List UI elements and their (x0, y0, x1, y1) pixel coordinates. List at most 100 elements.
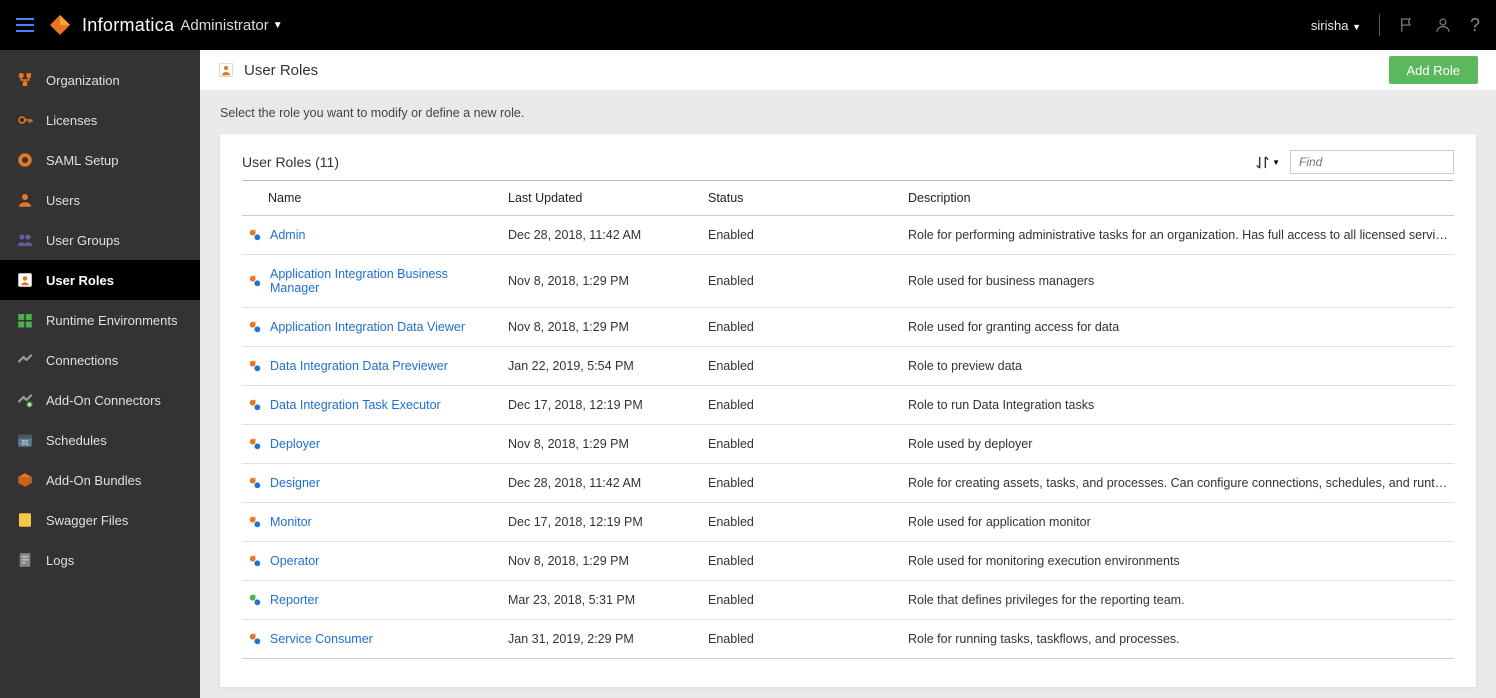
help-icon[interactable]: ? (1470, 15, 1480, 36)
cell-desc: Role used for business managers (902, 255, 1454, 308)
table-row[interactable]: Data Integration Task Executor Dec 17, 2… (242, 386, 1454, 425)
role-link[interactable]: Data Integration Task Executor (270, 398, 441, 412)
cell-status: Enabled (702, 542, 902, 581)
sidebar-item-label: Add-On Connectors (46, 393, 161, 408)
find-input[interactable] (1290, 150, 1454, 174)
sidebar-item-label: User Roles (46, 273, 114, 288)
role-link[interactable]: Service Consumer (270, 632, 373, 646)
group-icon (16, 231, 34, 249)
cell-desc: Role used for monitoring execution envir… (902, 542, 1454, 581)
sidebar-item-licenses[interactable]: Licenses (0, 100, 200, 140)
cell-desc: Role used for application monitor (902, 503, 1454, 542)
col-desc[interactable]: Description (902, 181, 1454, 216)
cell-desc: Role to run Data Integration tasks (902, 386, 1454, 425)
cell-desc: Role used for granting access for data (902, 308, 1454, 347)
table-row[interactable]: Data Integration Data Previewer Jan 22, … (242, 347, 1454, 386)
sidebar-item-add-on-connectors[interactable]: Add-On Connectors (0, 380, 200, 420)
sort-button[interactable]: ▼ (1254, 154, 1280, 171)
role-icon (248, 515, 262, 529)
cell-status: Enabled (702, 503, 902, 542)
role-link[interactable]: Designer (270, 476, 320, 490)
role-link[interactable]: Application Integration Data Viewer (270, 320, 465, 334)
role-icon (248, 476, 262, 490)
addon-icon (16, 391, 34, 409)
cell-desc: Role that defines privileges for the rep… (902, 581, 1454, 620)
role-link[interactable]: Application Integration Business Manager (270, 267, 496, 295)
table-row[interactable]: Service Consumer Jan 31, 2019, 2:29 PM E… (242, 620, 1454, 659)
sidebar-item-user-roles[interactable]: User Roles (0, 260, 200, 300)
logs-icon (16, 551, 34, 569)
sidebar-item-connections[interactable]: Connections (0, 340, 200, 380)
flag-icon[interactable] (1398, 16, 1416, 34)
product-switcher[interactable]: Administrator (180, 17, 268, 34)
col-updated[interactable]: Last Updated (502, 181, 702, 216)
runtime-icon (16, 311, 34, 329)
cell-updated: Jan 22, 2019, 5:54 PM (502, 347, 702, 386)
role-icon (16, 271, 34, 289)
chevron-down-icon[interactable]: ▼ (273, 20, 283, 31)
table-row[interactable]: Reporter Mar 23, 2018, 5:31 PM Enabled R… (242, 581, 1454, 620)
sidebar-item-add-on-bundles[interactable]: Add-On Bundles (0, 460, 200, 500)
sidebar: OrganizationLicensesSAML Setup Users User … (0, 50, 200, 698)
cell-desc: Role for running tasks, taskflows, and p… (902, 620, 1454, 659)
cell-status: Enabled (702, 581, 902, 620)
table-row[interactable]: Monitor Dec 17, 2018, 12:19 PM Enabled R… (242, 503, 1454, 542)
sidebar-item-swagger-files[interactable]: Swagger Files (0, 500, 200, 540)
table-row[interactable]: Application Integration Business Manager… (242, 255, 1454, 308)
table-row[interactable]: Admin Dec 28, 2018, 11:42 AM Enabled Rol… (242, 216, 1454, 255)
role-icon (248, 359, 262, 373)
add-role-button[interactable]: Add Role (1389, 56, 1478, 84)
org-icon (16, 71, 34, 89)
sidebar-item-organization[interactable]: Organization (0, 60, 200, 100)
role-link[interactable]: Monitor (270, 515, 312, 529)
sidebar-item-label: Connections (46, 353, 118, 368)
page-subtext: Select the role you want to modify or de… (200, 90, 1496, 134)
cell-updated: Nov 8, 2018, 1:29 PM (502, 255, 702, 308)
sidebar-item-saml-setup[interactable]: SAML Setup (0, 140, 200, 180)
cell-updated: Dec 17, 2018, 12:19 PM (502, 503, 702, 542)
cell-status: Enabled (702, 216, 902, 255)
conn-icon (16, 351, 34, 369)
role-icon (248, 228, 262, 242)
table-row[interactable]: Operator Nov 8, 2018, 1:29 PM Enabled Ro… (242, 542, 1454, 581)
user-menu[interactable]: sirisha ▼ (1311, 18, 1361, 33)
cell-status: Enabled (702, 620, 902, 659)
sidebar-item-label: Runtime Environments (46, 313, 178, 328)
role-icon (248, 437, 262, 451)
role-icon (248, 593, 262, 607)
cell-updated: Dec 17, 2018, 12:19 PM (502, 386, 702, 425)
table-row[interactable]: Designer Dec 28, 2018, 11:42 AM Enabled … (242, 464, 1454, 503)
page-title-icon (218, 62, 234, 78)
sidebar-item-runtime-environments[interactable]: Runtime Environments (0, 300, 200, 340)
col-status[interactable]: Status (702, 181, 902, 216)
role-icon (248, 320, 262, 334)
profile-icon[interactable] (1434, 16, 1452, 34)
table-row[interactable]: Application Integration Data Viewer Nov … (242, 308, 1454, 347)
cell-status: Enabled (702, 464, 902, 503)
role-link[interactable]: Reporter (270, 593, 319, 607)
sidebar-item-users[interactable]: Users (0, 180, 200, 220)
role-link[interactable]: Operator (270, 554, 319, 568)
cell-status: Enabled (702, 347, 902, 386)
role-icon (248, 274, 262, 288)
cell-status: Enabled (702, 425, 902, 464)
cell-updated: Dec 28, 2018, 11:42 AM (502, 464, 702, 503)
brand-text: Informatica (82, 15, 174, 36)
role-link[interactable]: Admin (270, 228, 305, 242)
sidebar-item-logs[interactable]: Logs (0, 540, 200, 580)
sidebar-item-label: Users (46, 193, 80, 208)
cell-desc: Role for creating assets, tasks, and pro… (902, 464, 1454, 503)
cell-updated: Jan 31, 2019, 2:29 PM (502, 620, 702, 659)
key-icon (16, 111, 34, 129)
sidebar-item-schedules[interactable]: Schedules (0, 420, 200, 460)
role-icon (248, 632, 262, 646)
menu-toggle[interactable] (16, 18, 34, 32)
role-link[interactable]: Data Integration Data Previewer (270, 359, 448, 373)
sidebar-item-user-groups[interactable]: User Groups (0, 220, 200, 260)
saml-icon (16, 151, 34, 169)
sidebar-item-label: Logs (46, 553, 74, 568)
table-row[interactable]: Deployer Nov 8, 2018, 1:29 PM Enabled Ro… (242, 425, 1454, 464)
role-link[interactable]: Deployer (270, 437, 320, 451)
col-name[interactable]: Name (242, 181, 502, 216)
cell-desc: Role used by deployer (902, 425, 1454, 464)
